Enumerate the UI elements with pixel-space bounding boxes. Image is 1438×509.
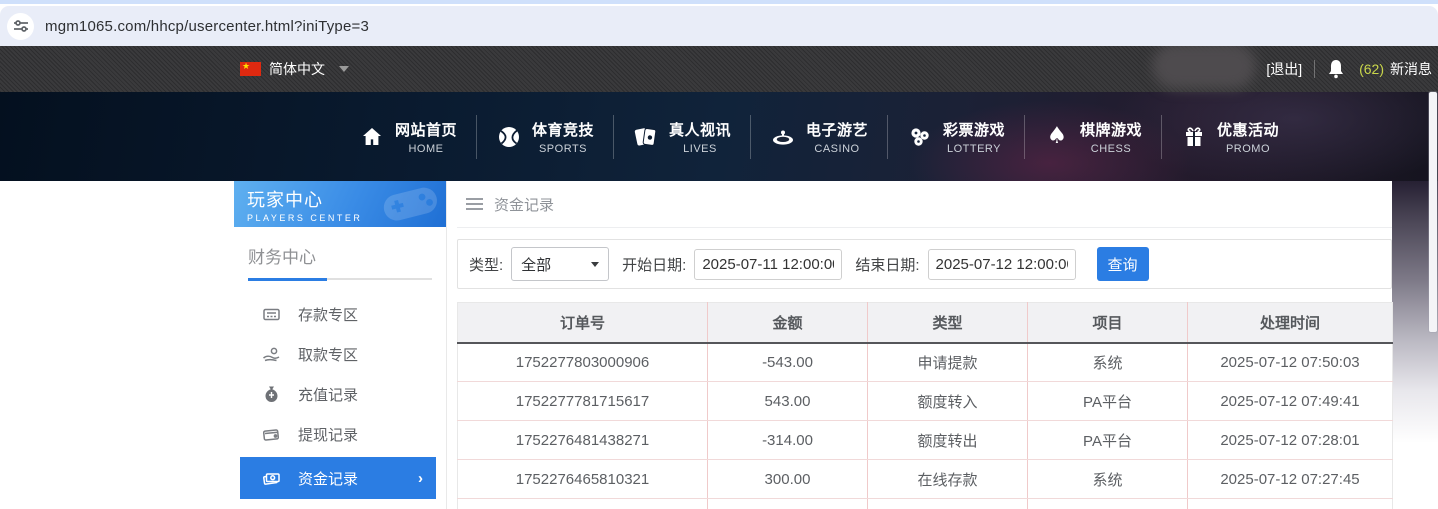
scrollbar-thumb[interactable]: [1429, 92, 1437, 332]
sidebar-header: 玩家中心 PLAYERS CENTER: [234, 181, 446, 227]
gift-icon: [1181, 124, 1207, 150]
nav-item-sports[interactable]: 体育竞技 SPORTS: [477, 92, 613, 181]
browser-chrome: mgm1065.com/hhcp/usercenter.html?iniType…: [0, 0, 1438, 46]
section-underline-accent: [248, 278, 328, 281]
chevron-right-icon: ›: [418, 469, 423, 487]
cash-icon: [261, 468, 281, 488]
header-divider: [1314, 60, 1316, 78]
main-navigation: 网站首页 HOME 体育竞技 SPORTS 真人视讯 LIVES 电子游艺 CA…: [340, 92, 1298, 181]
sidebar-item-label: 充值记录: [298, 386, 359, 404]
funds-records-table: 订单号 金额 类型 项目 处理时间 1752277803000906 -543.…: [457, 302, 1393, 509]
player-center-sidebar: 玩家中心 PLAYERS CENTER 财务中心 存款专区 取款专区 充值记录 …: [234, 181, 447, 509]
table-row: 1752276465810321 300.00 在线存款 系统 2025-07-…: [457, 459, 1393, 499]
spade-icon: ♠: [1046, 123, 1068, 149]
end-date-label: 结束日期:: [855, 256, 920, 274]
username-redacted: [1152, 43, 1257, 89]
language-selector[interactable]: ★ 简体中文: [240, 46, 349, 92]
roulette-icon: [770, 124, 796, 150]
message-count-badge: (62): [1359, 61, 1384, 77]
site-info-icon[interactable]: [7, 12, 34, 40]
sidebar-item-label: 资金记录: [298, 470, 359, 488]
search-button[interactable]: 查询: [1096, 247, 1149, 281]
sidebar-item-lottery-bet-details[interactable]: 彩票下注明细: [234, 502, 446, 509]
playing-cards-icon: [633, 124, 659, 150]
messages-label: 新消息: [1390, 61, 1432, 77]
nav-item-home[interactable]: 网站首页 HOME: [340, 92, 476, 181]
sidebar-item-label: 取款专区: [298, 346, 359, 364]
nav-item-lottery[interactable]: 彩票游戏 LOTTERY: [888, 92, 1024, 181]
home-icon: [359, 124, 385, 150]
wallet-icon: [261, 424, 281, 444]
type-select-value: 全部: [521, 256, 552, 274]
sidebar-item-deposit-zone[interactable]: 存款专区: [234, 294, 446, 334]
sidebar-item-label: 存款专区: [298, 306, 359, 324]
col-amount: 金额: [707, 302, 868, 344]
language-label: 简体中文: [269, 61, 325, 77]
col-order-id: 订单号: [457, 302, 708, 344]
sidebar-item-withdraw-records[interactable]: 提现记录: [234, 414, 446, 454]
url-text[interactable]: mgm1065.com/hhcp/usercenter.html?iniType…: [45, 18, 369, 35]
page-scrollbar: [1429, 46, 1438, 509]
new-messages-link[interactable]: (62) 新消息: [1359, 59, 1432, 79]
end-date-input[interactable]: [927, 248, 1076, 280]
deposit-card-icon: [261, 304, 281, 324]
chevron-down-icon: [591, 261, 600, 267]
main-content: 资金记录 类型: 全部 开始日期: 结束日期: 查询 订单号 金额 类型 项目 …: [457, 181, 1393, 509]
lottery-balls-icon: [907, 124, 933, 150]
sidebar-menu: 存款专区 取款专区 充值记录 提现记录 资金记录 ›: [234, 294, 446, 509]
page-title: 资金记录: [494, 196, 555, 214]
browser-tab-strip: [0, 0, 1438, 4]
filter-bar: 类型: 全部 开始日期: 结束日期: 查询: [457, 239, 1392, 289]
page-title-bar: 资金记录: [457, 181, 1392, 228]
sidebar-item-label: 提现记录: [298, 426, 359, 444]
sidebar-item-recharge-records[interactable]: 充值记录: [234, 374, 446, 414]
nav-item-lives[interactable]: 真人视讯 LIVES: [614, 92, 750, 181]
sidebar-section-finance[interactable]: 财务中心: [248, 243, 432, 281]
sports-ball-icon: [496, 124, 522, 150]
table-row: 1752277803000906 -543.00 申请提款 系统 2025-07…: [457, 342, 1393, 382]
sidebar-item-funds-records[interactable]: 资金记录 ›: [240, 457, 436, 499]
table-header-row: 订单号 金额 类型 项目 处理时间: [457, 302, 1393, 344]
start-date-label: 开始日期:: [622, 256, 687, 274]
nav-item-promo[interactable]: 优惠活动 PROMO: [1162, 92, 1298, 181]
col-process-time: 处理时间: [1187, 302, 1393, 344]
moneybag-icon: [261, 384, 281, 404]
type-select[interactable]: 全部: [511, 247, 610, 281]
nav-item-chess[interactable]: ♠ 棋牌游戏 CHESS: [1025, 92, 1161, 181]
withdraw-hand-icon: [261, 344, 281, 364]
sidebar-item-withdraw-zone[interactable]: 取款专区: [234, 334, 446, 374]
start-date-input[interactable]: [694, 248, 843, 280]
table-row: 1752276481438271 -314.00 额度转出 PA平台 2025-…: [457, 420, 1393, 460]
hamburger-icon: [466, 198, 483, 210]
chevron-down-icon: [339, 66, 349, 72]
tune-icon: [13, 20, 28, 32]
top-header: ★ 简体中文 [退出] (62) 新消息: [0, 43, 1438, 92]
china-flag-icon: ★: [240, 61, 261, 76]
table-row: 1752277781715617 543.00 额度转入 PA平台 2025-0…: [457, 381, 1393, 421]
nav-item-casino[interactable]: 电子游艺 CASINO: [751, 92, 887, 181]
col-project: 项目: [1027, 302, 1188, 344]
table-row-clipped: [457, 498, 1393, 509]
browser-url-bar[interactable]: mgm1065.com/hhcp/usercenter.html?iniType…: [0, 6, 1438, 46]
col-type: 类型: [867, 302, 1028, 344]
logout-button[interactable]: [退出]: [1266, 59, 1302, 79]
type-label: 类型:: [469, 256, 504, 274]
notification-bell-icon[interactable]: [1327, 59, 1345, 79]
